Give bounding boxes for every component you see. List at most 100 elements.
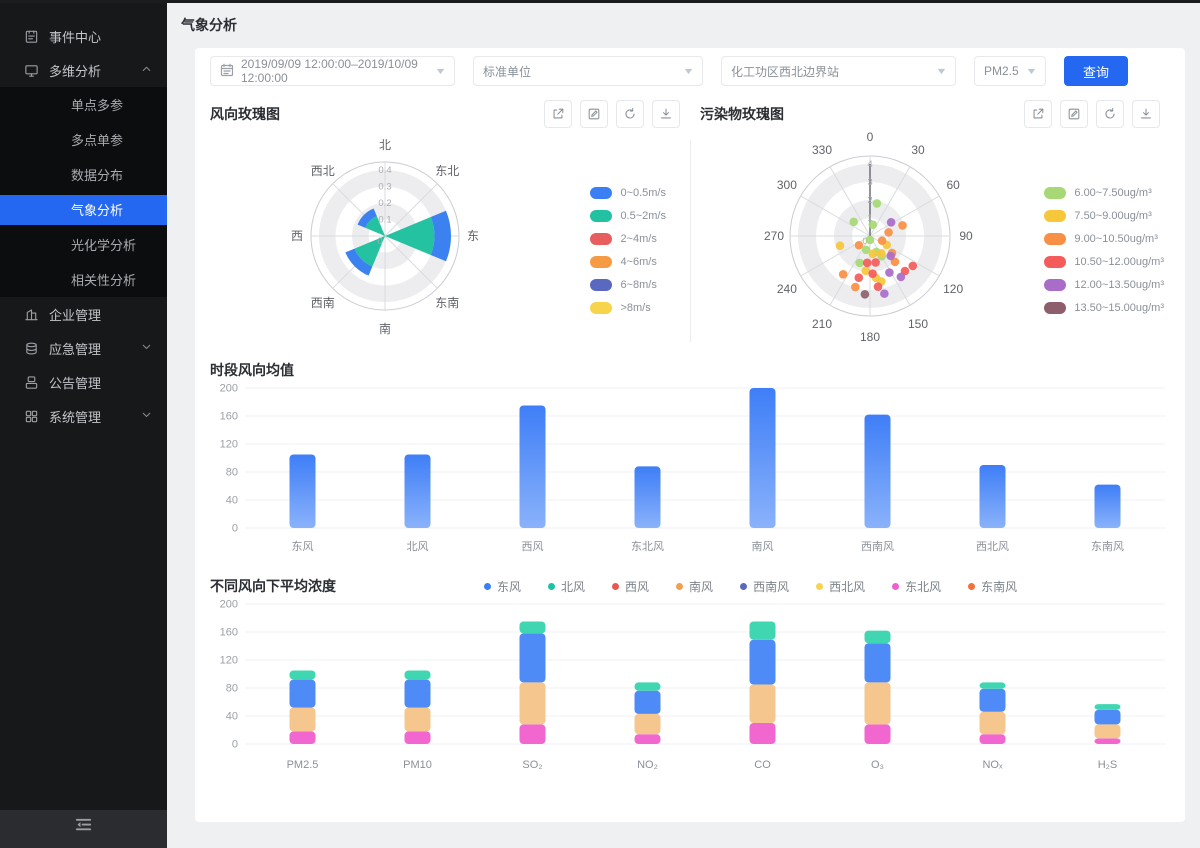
caret-down-icon: ▼ [434, 66, 446, 76]
legend-item[interactable]: 东南风 [968, 578, 1017, 595]
svg-text:O₃: O₃ [871, 759, 884, 771]
station-select[interactable]: 化工功区西北边界站 ▼ [721, 56, 956, 86]
legend-item[interactable]: 西风 [612, 578, 649, 595]
query-button[interactable]: 查询 [1064, 56, 1128, 86]
svg-text:0: 0 [867, 132, 874, 144]
wind-rose-toolbar [544, 100, 690, 128]
legend-item[interactable]: 7.50~9.00ug/m³ [1044, 204, 1164, 227]
svg-text:330: 330 [812, 143, 832, 157]
svg-text:200: 200 [220, 599, 238, 611]
legend-dot [676, 583, 683, 590]
legend-item[interactable]: 南风 [676, 578, 713, 595]
bar-chart-title: 时段风向均值 [210, 360, 1170, 380]
svg-text:NO₂: NO₂ [637, 759, 658, 771]
download-button[interactable] [1132, 100, 1160, 128]
legend-item[interactable]: 北风 [548, 578, 585, 595]
sidebar-item-1[interactable]: 多维分析 [0, 53, 167, 87]
sidebar-collapse-button[interactable] [0, 810, 167, 848]
sidebar-item-4[interactable]: 数据分布 [0, 157, 167, 192]
svg-text:180: 180 [860, 330, 880, 344]
refresh-button[interactable] [616, 100, 644, 128]
legend-item[interactable]: 西北风 [816, 578, 865, 595]
legend-item[interactable]: 10.50~12.00ug/m³ [1044, 250, 1164, 273]
legend-item[interactable]: 13.50~15.00ug/m³ [1044, 296, 1164, 319]
concentration-stacked-chart: 04080120160200PM2.5PM10SO₂NO₂COO₃NOₓH₂S [210, 596, 1170, 788]
collapse-menu-icon [74, 817, 93, 841]
svg-text:300: 300 [777, 178, 797, 192]
legend-label: 西北风 [829, 578, 865, 595]
legend-swatch [1044, 279, 1066, 291]
open-in-new-button[interactable] [544, 100, 572, 128]
pollutant-rose-toolbar [1024, 100, 1170, 128]
legend-item[interactable]: 6~8m/s [590, 273, 666, 296]
legend-label: 13.50~15.00ug/m³ [1074, 302, 1164, 314]
legend-label: 东风 [497, 578, 521, 595]
download-button[interactable] [652, 100, 680, 128]
svg-text:0.2: 0.2 [378, 198, 391, 209]
sidebar-item-5-active[interactable]: 气象分析 [0, 195, 167, 225]
calendar-icon [220, 63, 234, 77]
sidebar-item-11[interactable]: 系统管理 [0, 399, 167, 433]
sidebar-item-3[interactable]: 多点单参 [0, 122, 167, 157]
legend-label: >8m/s [620, 302, 650, 314]
sidebar-item-2[interactable]: 单点多参 [0, 87, 167, 122]
sidebar-item-6[interactable]: 光化学分析 [0, 227, 167, 262]
legend-item[interactable]: 12.00~13.50ug/m³ [1044, 273, 1164, 296]
legend-item[interactable]: 2~4m/s [590, 227, 666, 250]
svg-text:西风: 西风 [522, 540, 544, 553]
legend-label: 0.5~2m/s [620, 210, 666, 222]
legend-dot [612, 583, 619, 590]
legend-label: 东南风 [981, 578, 1017, 595]
download-icon [659, 107, 673, 121]
stacked-chart-title: 不同风向下平均浓度 [210, 576, 336, 596]
legend-label: 南风 [689, 578, 713, 595]
edit-button[interactable] [1060, 100, 1088, 128]
svg-text:4: 4 [867, 159, 872, 170]
sidebar-item-8[interactable]: 企业管理 [0, 297, 167, 331]
open-in-new-button[interactable] [1024, 100, 1052, 128]
legend-item[interactable]: 东风 [484, 578, 521, 595]
legend-item[interactable]: 0.5~2m/s [590, 204, 666, 227]
open-in-new-icon [551, 107, 565, 121]
legend-item[interactable]: 0~0.5m/s [590, 181, 666, 204]
legend-dot [892, 583, 899, 590]
sidebar-item-label: 气象分析 [71, 200, 123, 219]
date-range-picker[interactable]: 2019/09/09 12:00:00–2019/10/09 12:00:00 … [210, 56, 455, 86]
pollutant-rose-title: 污染物玫瑰图 [700, 104, 784, 124]
legend-dot [484, 583, 491, 590]
svg-text:240: 240 [777, 282, 797, 296]
sidebar: 事件中心多维分析单点多参多点单参数据分布气象分析光化学分析相关性分析企业管理应急… [0, 0, 167, 848]
legend-label: 西风 [625, 578, 649, 595]
sidebar-item-7[interactable]: 相关性分析 [0, 262, 167, 297]
sidebar-item-label: 数据分布 [71, 165, 123, 184]
pollutant-select[interactable]: PM2.5 ▼ [974, 56, 1046, 86]
legend-item[interactable]: 6.00~7.50ug/m³ [1044, 181, 1164, 204]
legend-swatch [590, 233, 612, 245]
svg-text:西北风: 西北风 [976, 540, 1009, 553]
svg-text:东北: 东北 [435, 164, 459, 178]
legend-item[interactable]: 东北风 [892, 578, 941, 595]
legend-item[interactable]: 4~6m/s [590, 250, 666, 273]
svg-text:北风: 北风 [407, 540, 429, 553]
sidebar-item-label: 事件中心 [49, 27, 101, 46]
pollutant-rose-legend: 6.00~7.50ug/m³ 7.50~9.00ug/m³9.00~10.50ug… [1044, 181, 1164, 319]
caret-down-icon: ▼ [682, 66, 694, 76]
wind-rose-section: 风向玫瑰图 北东北东东南南西南西西北00.10.20.30.4 0~0.5m/s… [210, 96, 690, 348]
refresh-button[interactable] [1096, 100, 1124, 128]
sidebar-item-9[interactable]: 应急管理 [0, 331, 167, 365]
legend-item[interactable]: 9.00~10.50ug/m³ [1044, 227, 1164, 250]
svg-text:0.1: 0.1 [378, 215, 391, 226]
legend-item[interactable]: 西南风 [740, 578, 789, 595]
monitor-icon [24, 63, 39, 78]
legend-item[interactable]: >8m/s [590, 296, 666, 319]
sidebar-item-0[interactable]: 事件中心 [0, 19, 167, 53]
legend-label: 6.00~7.50ug/m³ [1074, 187, 1151, 199]
refresh-icon [623, 107, 637, 121]
edit-button[interactable] [580, 100, 608, 128]
sidebar-item-label: 系统管理 [49, 407, 101, 426]
sidebar-item-10[interactable]: 公告管理 [0, 365, 167, 399]
wind-rose-title: 风向玫瑰图 [210, 104, 280, 124]
unit-select[interactable]: 标准单位 ▼ [473, 56, 703, 86]
svg-text:80: 80 [226, 683, 238, 695]
svg-text:150: 150 [908, 317, 928, 331]
